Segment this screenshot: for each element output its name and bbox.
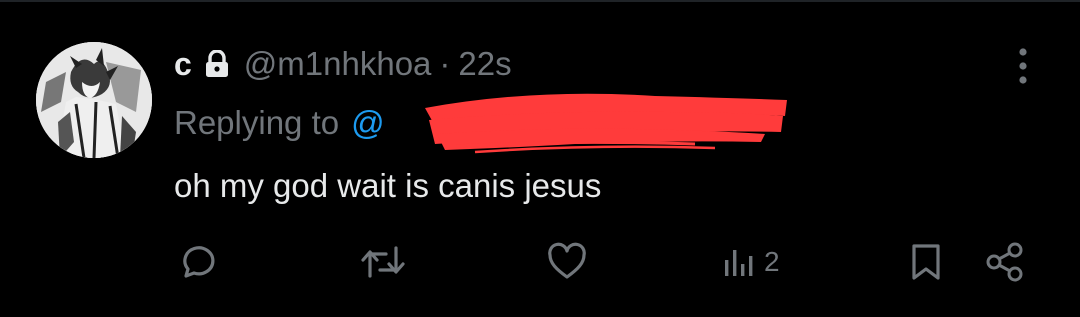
heart-icon (548, 242, 586, 279)
timestamp[interactable]: 22s (458, 45, 511, 83)
share-button[interactable] (984, 240, 1026, 284)
retweet-button[interactable] (360, 240, 406, 284)
reply-handle[interactable]: @ (351, 104, 385, 142)
handle[interactable]: @m1nhkhoa (244, 45, 432, 83)
speech-bubble-icon (183, 246, 215, 278)
tweet-text: oh my god wait is canis jesus (174, 167, 602, 204)
replying-to: Replying to @ (174, 100, 385, 146)
avatar-image (36, 42, 152, 158)
share-icon (986, 242, 1023, 282)
replying-label: Replying to (174, 104, 340, 141)
separator-dot: · (439, 45, 451, 82)
bar-chart-icon (725, 250, 753, 276)
avatar[interactable] (36, 42, 152, 158)
more-button[interactable] (1008, 44, 1038, 88)
more-vertical-icon (1019, 48, 1027, 84)
retweet-arrows-icon (361, 246, 405, 278)
reply-button[interactable] (178, 240, 218, 284)
display-name[interactable]: c (174, 46, 192, 83)
views-count: 2 (764, 246, 780, 277)
top-divider (0, 0, 1080, 2)
views-button[interactable]: 2 (722, 240, 780, 284)
tweet-header: c @m1nhkhoa · 22s (174, 40, 512, 88)
redaction-scribble (425, 93, 787, 154)
bookmark-icon (912, 244, 940, 280)
like-button[interactable] (546, 240, 588, 284)
bookmark-button[interactable] (908, 240, 944, 284)
lock-icon (204, 49, 230, 78)
